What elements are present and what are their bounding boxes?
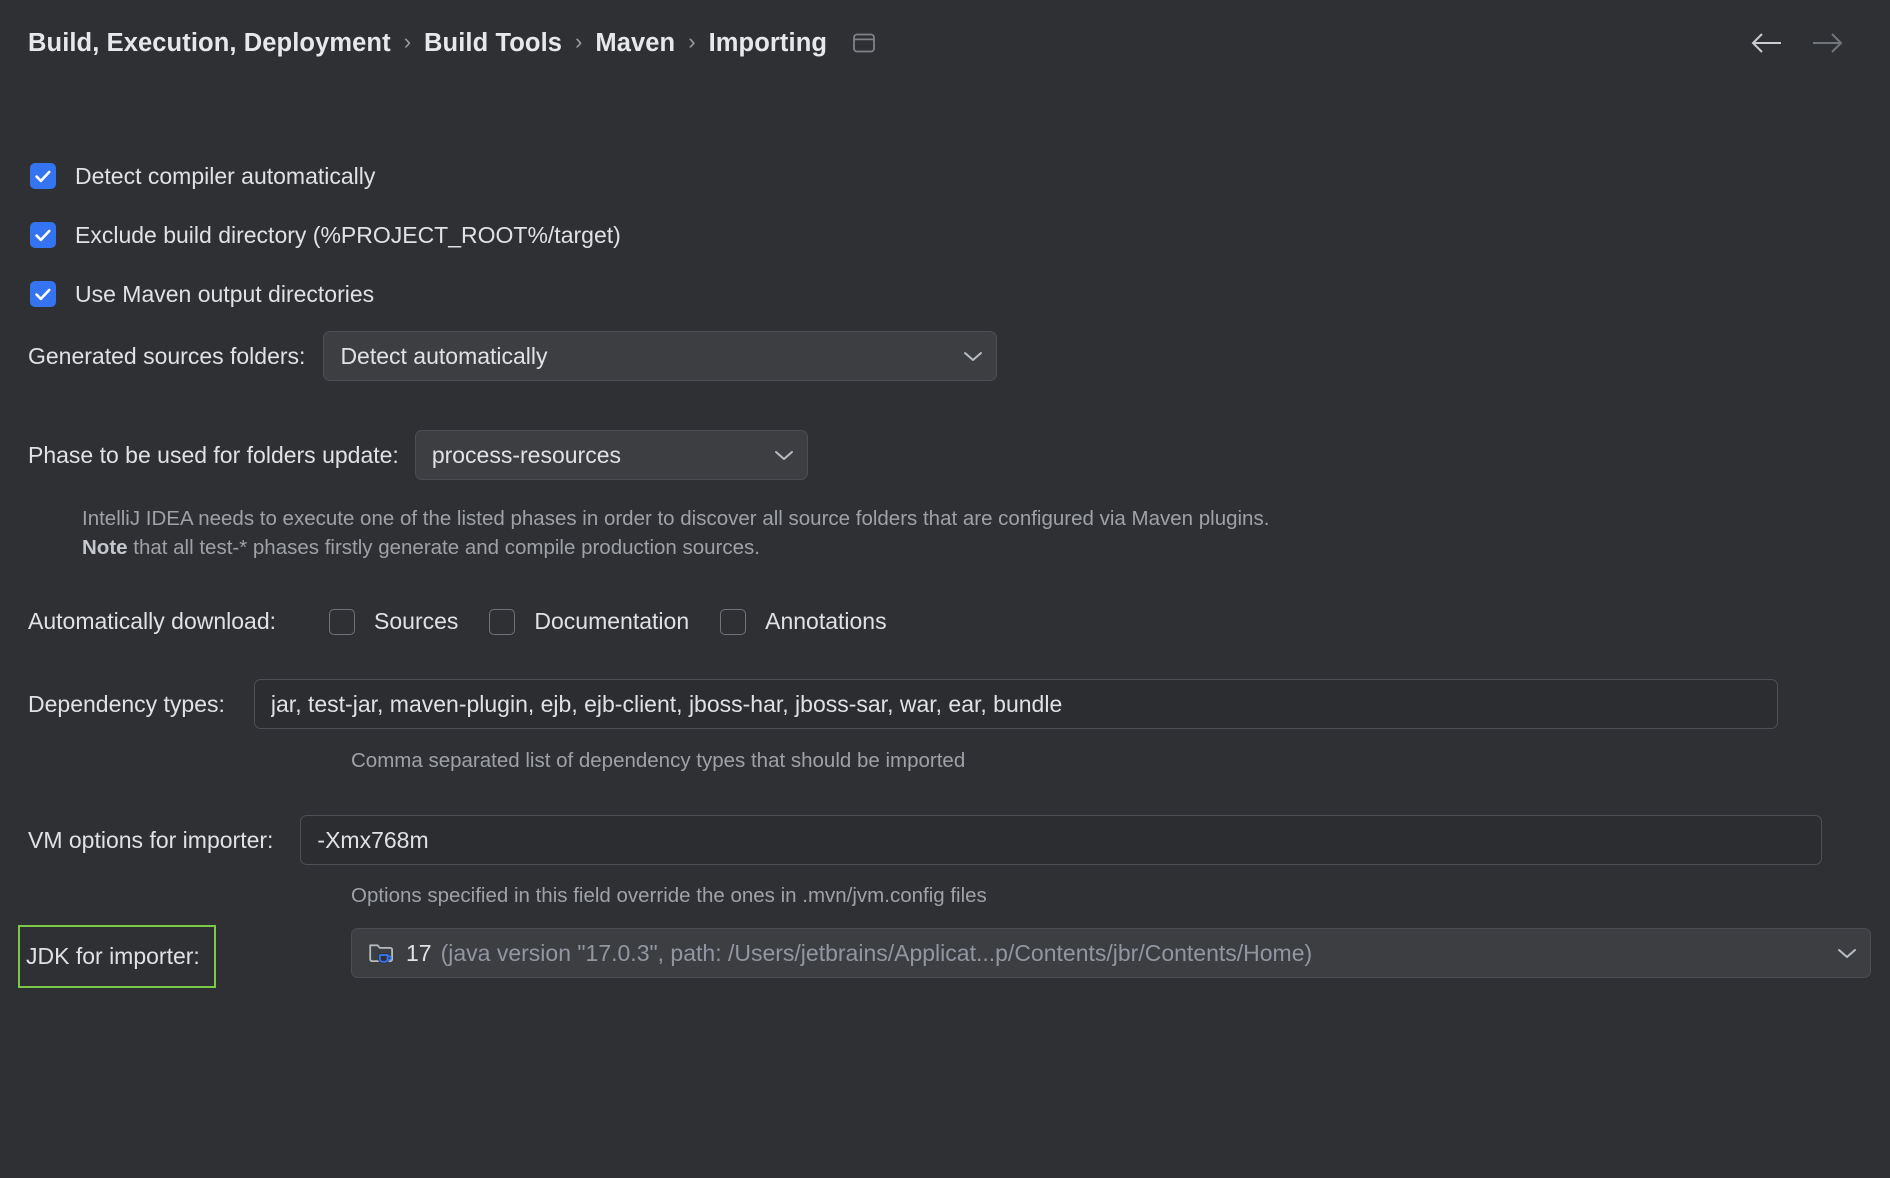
checkbox-row-detect-compiler[interactable]: Detect compiler automatically [30,151,621,201]
phase-hint-line-1: IntelliJ IDEA needs to execute one of th… [82,504,1502,533]
phase-folders-update-dropdown[interactable]: process-resources [415,430,808,480]
phase-folders-update-label: Phase to be used for folders update: [28,442,399,469]
checkbox-use-maven-output-directories[interactable] [30,281,56,307]
window-panel-icon[interactable] [853,33,875,53]
checkbox-label-exclude-build-directory: Exclude build directory (%PROJECT_ROOT%/… [75,222,621,249]
dependency-types-row: Dependency types: jar, test-jar, maven-p… [28,679,1778,729]
breadcrumb-separator: › [391,31,424,53]
breadcrumb: Build, Execution, Deployment › Build Too… [28,29,1748,58]
dependency-types-label: Dependency types: [28,691,225,718]
breadcrumb-item-importing[interactable]: Importing [709,29,827,58]
phase-hint-note-bold: Note [82,536,128,559]
jdk-for-importer-dropdown[interactable]: 17 (java version "17.0.3", path: /Users/… [351,928,1871,978]
phase-folders-update-hint: IntelliJ IDEA needs to execute one of th… [82,504,1502,562]
breadcrumb-item-build-execution-deployment[interactable]: Build, Execution, Deployment [28,29,391,58]
generated-sources-folders-value: Detect automatically [340,343,948,370]
breadcrumb-item-build-tools[interactable]: Build Tools [424,29,562,58]
checkbox-detect-compiler-automatically[interactable] [30,163,56,189]
dependency-types-value: jar, test-jar, maven-plugin, ejb, ejb-cl… [271,691,1062,718]
chevron-down-icon [1836,946,1858,960]
checkbox-label-use-maven-output-directories: Use Maven output directories [75,281,374,308]
vm-options-input[interactable]: -Xmx768m [300,815,1822,865]
breadcrumb-item-maven[interactable]: Maven [595,29,675,58]
generated-sources-folders-label: Generated sources folders: [28,343,305,370]
checkbox-download-annotations[interactable] [720,609,746,635]
breadcrumb-separator: › [562,31,595,53]
vm-options-value: -Xmx768m [317,827,428,854]
automatically-download-row: Automatically download: Sources Document… [28,608,887,635]
import-options-group: Detect compiler automatically Exclude bu… [28,151,621,319]
jdk-for-importer-label-highlight: JDK for importer: [24,925,216,988]
checkbox-row-exclude-build-directory[interactable]: Exclude build directory (%PROJECT_ROOT%/… [30,210,621,260]
generated-sources-folders-dropdown[interactable]: Detect automatically [323,331,997,381]
arrow-left-icon[interactable] [1748,24,1786,62]
chevron-down-icon [773,448,795,462]
chevron-down-icon [962,349,984,363]
generated-sources-folders-row: Generated sources folders: Detect automa… [28,331,997,381]
jdk-path-detail: (java version "17.0.3", path: /Users/jet… [441,940,1313,967]
folder-java-icon [368,940,396,966]
automatically-download-label: Automatically download: [28,608,276,635]
checkbox-label-download-sources: Sources [374,608,458,635]
jdk-for-importer-label: JDK for importer: [26,943,200,970]
jdk-for-importer-dropdown-wrap: 17 (java version "17.0.3", path: /Users/… [351,928,1871,978]
vm-options-row: VM options for importer: -Xmx768m [28,815,1822,865]
phase-hint-line-2: Note that all test-* phases firstly gene… [82,533,1502,562]
dependency-types-hint: Comma separated list of dependency types… [351,746,965,775]
checkbox-label-detect-compiler-automatically: Detect compiler automatically [75,163,375,190]
jdk-value-group: 17 (java version "17.0.3", path: /Users/… [368,940,1822,967]
phase-folders-update-value: process-resources [432,442,759,469]
checkbox-label-download-documentation: Documentation [534,608,689,635]
checkbox-row-use-maven-output-directories[interactable]: Use Maven output directories [30,269,621,319]
phase-hint-note-rest: that all test-* phases firstly generate … [128,536,760,559]
jdk-version: 17 [406,940,432,967]
dependency-types-input[interactable]: jar, test-jar, maven-plugin, ejb, ejb-cl… [254,679,1778,729]
vm-options-hint: Options specified in this field override… [351,881,987,910]
checkbox-download-documentation[interactable] [489,609,515,635]
breadcrumb-separator: › [675,31,708,53]
checkbox-download-sources[interactable] [329,609,355,635]
arrow-right-icon[interactable] [1808,24,1846,62]
highlight-frame: JDK for importer: [18,925,216,988]
phase-folders-update-row: Phase to be used for folders update: pro… [28,430,808,480]
vm-options-label: VM options for importer: [28,827,273,854]
checkbox-label-download-annotations: Annotations [765,608,886,635]
breadcrumb-header: Build, Execution, Deployment › Build Too… [0,0,1890,86]
navigation-arrows [1748,24,1846,62]
checkbox-exclude-build-directory[interactable] [30,222,56,248]
